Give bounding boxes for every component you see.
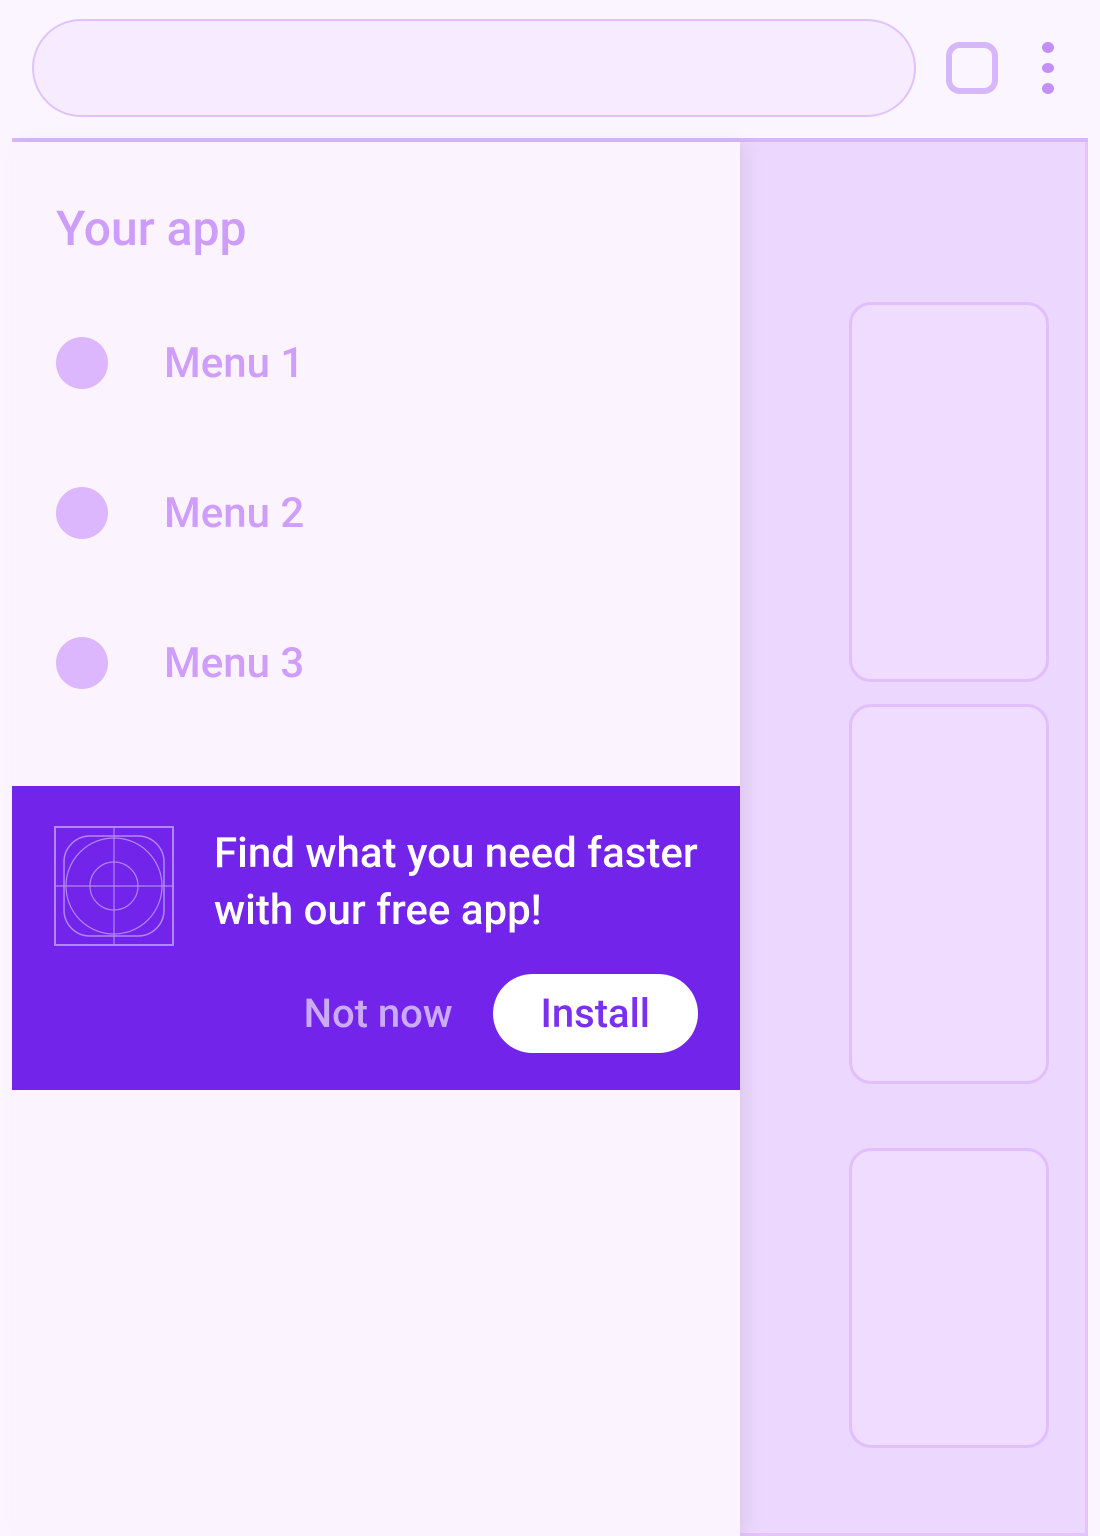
app-grid-icon <box>54 826 174 946</box>
content-card[interactable] <box>849 1148 1049 1448</box>
install-button[interactable]: Install <box>493 974 698 1053</box>
overflow-menu-icon[interactable] <box>1028 42 1068 94</box>
browser-toolbar <box>12 0 1088 138</box>
drawer-menu-item[interactable]: Menu 3 <box>56 637 696 689</box>
drawer-title: Your app <box>12 142 740 297</box>
not-now-button[interactable]: Not now <box>304 990 453 1037</box>
drawer-menu-item[interactable]: Menu 1 <box>56 337 696 389</box>
content-card[interactable] <box>849 704 1049 1084</box>
menu-bullet-icon <box>56 487 108 539</box>
menu-label: Menu 1 <box>164 339 304 388</box>
navigation-drawer: Your app Menu 1 Menu 2 Menu 3 <box>12 142 740 1536</box>
content-card[interactable] <box>849 302 1049 682</box>
menu-label: Menu 2 <box>164 489 304 538</box>
drawer-menu-item[interactable]: Menu 2 <box>56 487 696 539</box>
menu-label: Menu 3 <box>164 639 304 688</box>
banner-message: Find what you need faster with our free … <box>214 826 698 939</box>
install-banner: Find what you need faster with our free … <box>12 786 740 1090</box>
tab-switcher-icon[interactable] <box>946 42 998 94</box>
drawer-menu-list: Menu 1 Menu 2 Menu 3 <box>12 297 740 689</box>
menu-bullet-icon <box>56 637 108 689</box>
address-bar[interactable] <box>32 19 916 117</box>
menu-bullet-icon <box>56 337 108 389</box>
